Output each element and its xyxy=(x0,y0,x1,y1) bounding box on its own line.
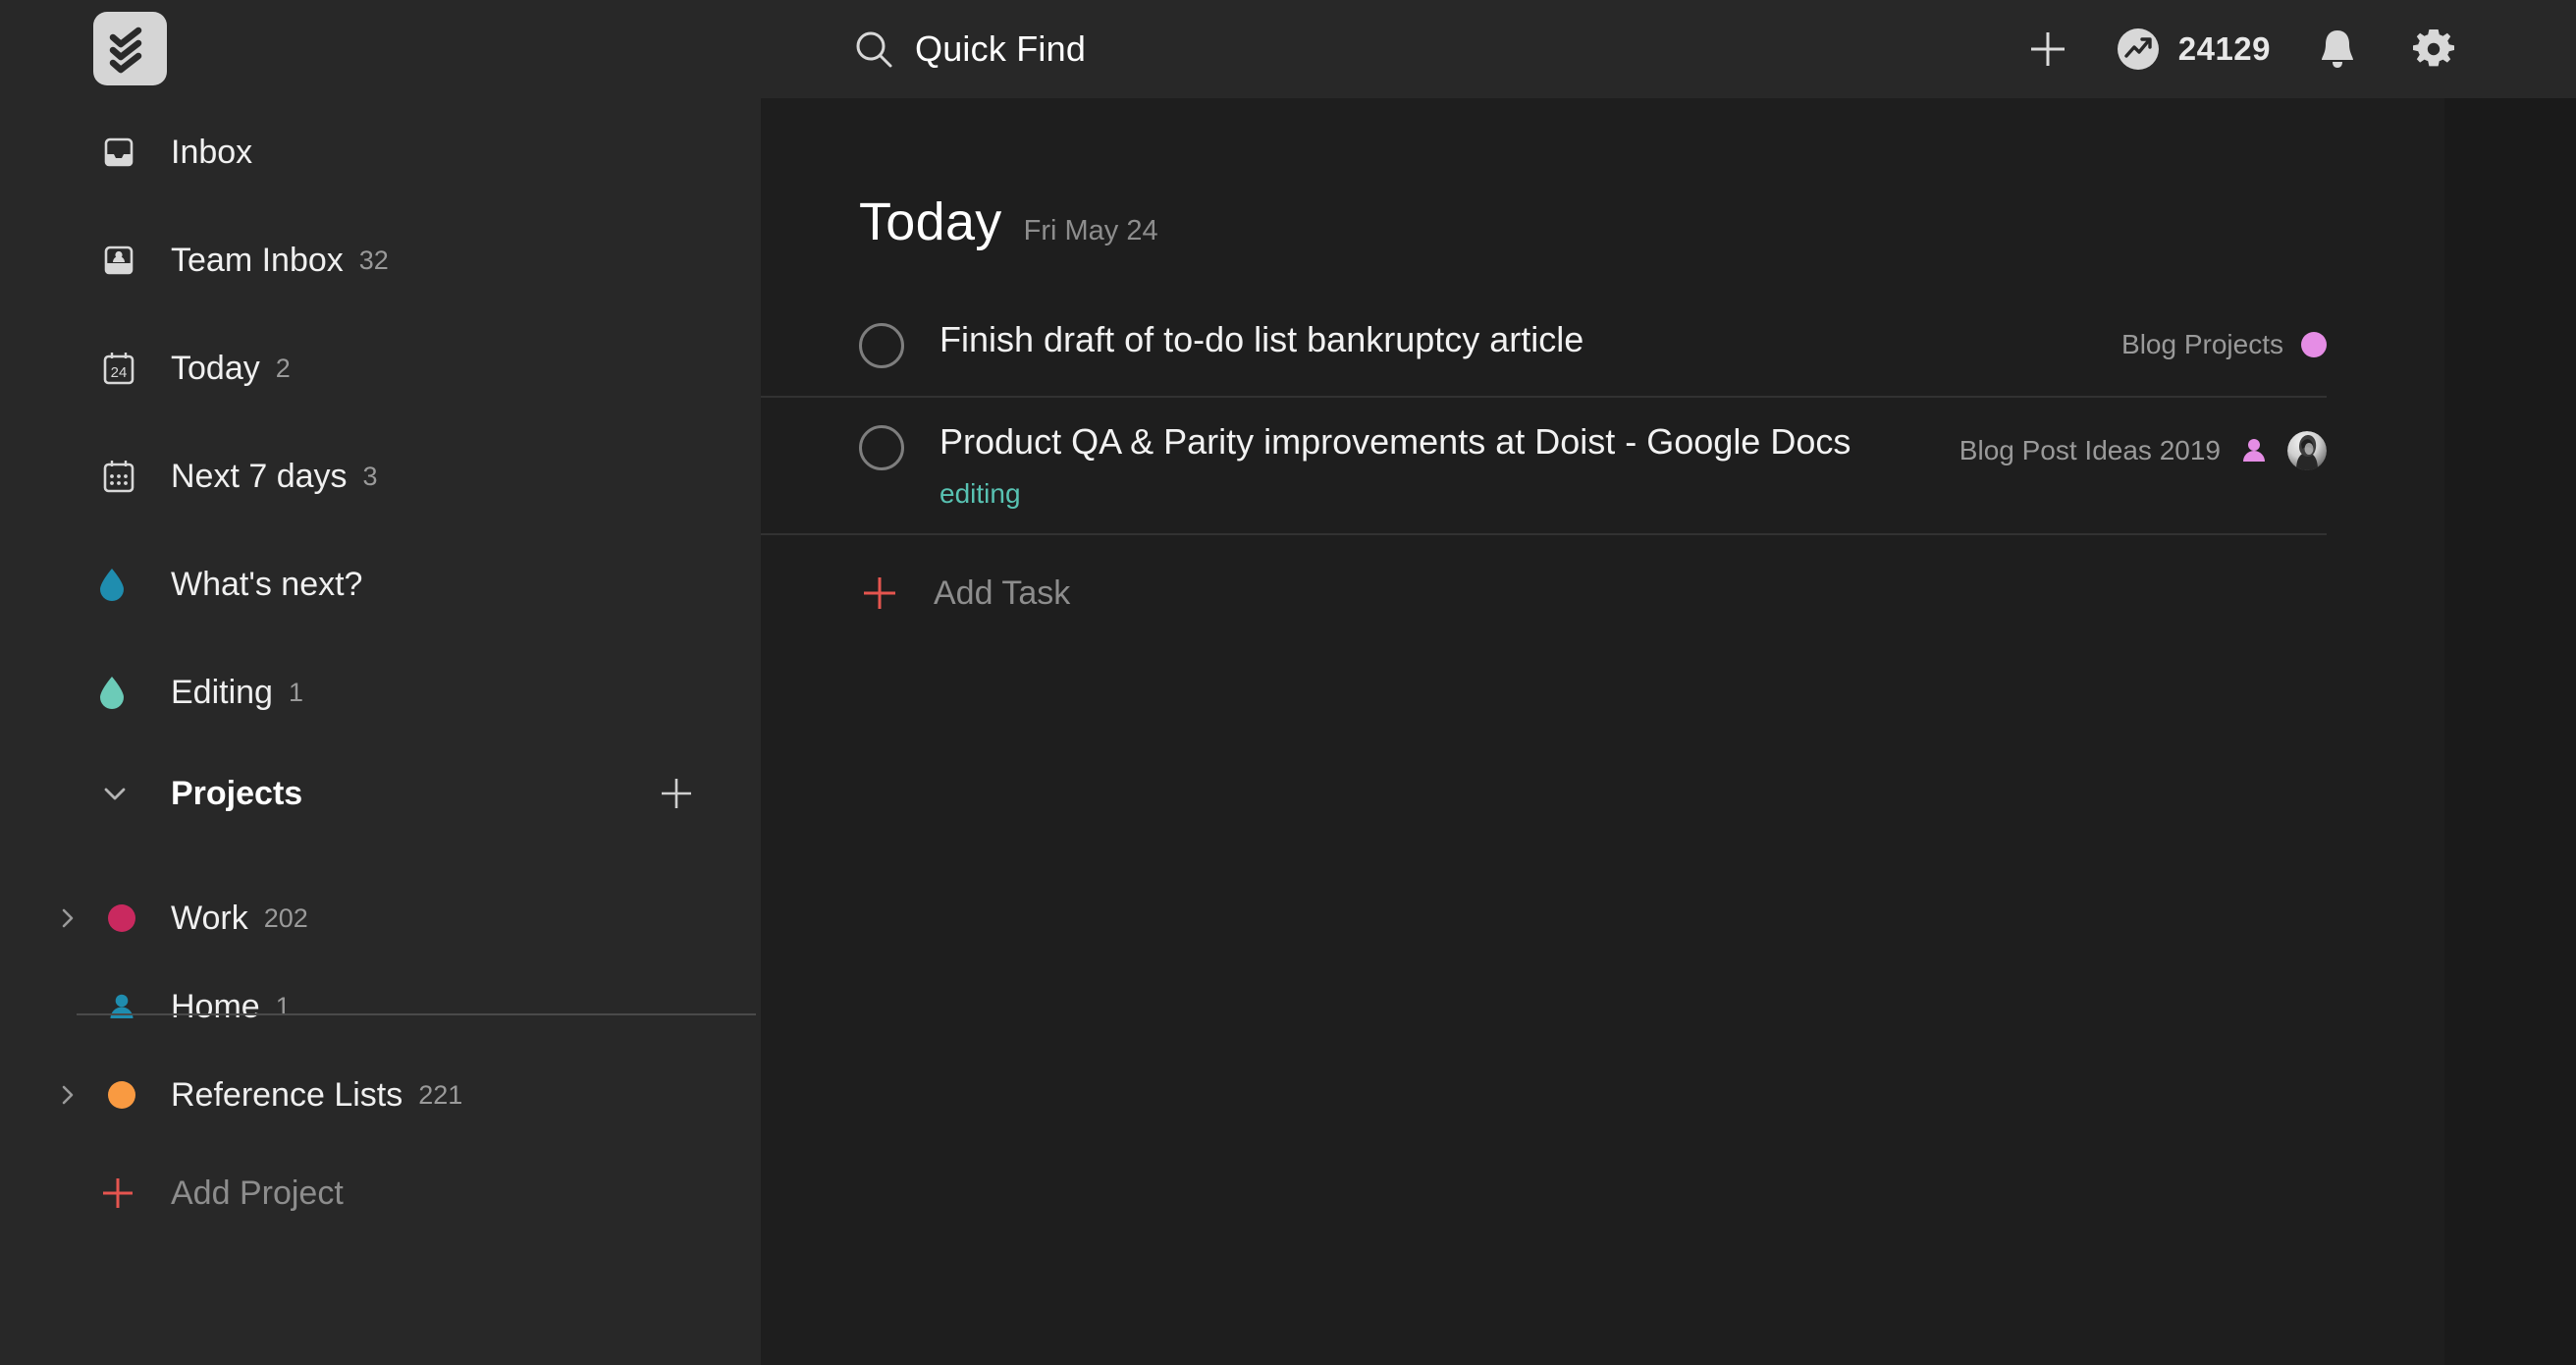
task-content: Finish draft of to-do list bankruptcy ar… xyxy=(939,317,1980,362)
task-label-editing[interactable]: editing xyxy=(939,478,1951,510)
main-content: Today Fri May 24 Finish draft of to-do l… xyxy=(761,98,2444,1365)
add-task-button[interactable] xyxy=(2000,0,2096,98)
plus-icon xyxy=(859,573,900,614)
task-checkbox-icon[interactable] xyxy=(859,323,904,368)
task-list: Finish draft of to-do list bankruptcy ar… xyxy=(761,296,2444,536)
gear-icon xyxy=(2413,29,2454,67)
sidebar-item-today[interactable]: 24 Today 2 xyxy=(0,314,761,422)
sidebar-project-reference-lists[interactable]: Reference Lists 221 xyxy=(0,1051,761,1139)
notifications-button[interactable] xyxy=(2290,0,2385,98)
header-actions: 24129 xyxy=(2000,0,2483,98)
sidebar: Inbox Team Inbox 32 24 Today 2 Next 7 da… xyxy=(0,98,761,1365)
task-title[interactable]: Finish draft of to-do list bankruptcy ar… xyxy=(939,317,1951,362)
bell-icon xyxy=(2322,30,2353,68)
project-dot-icon xyxy=(2301,332,2327,357)
quick-find-search[interactable]: Quick Find xyxy=(854,0,1086,98)
filter-droplet-icon xyxy=(98,568,143,601)
task-row[interactable]: Finish draft of to-do list bankruptcy ar… xyxy=(761,296,2327,398)
app-header: Quick Find 24129 xyxy=(0,0,2576,98)
sidebar-item-label: Next 7 days xyxy=(171,457,348,495)
app-logo[interactable] xyxy=(93,12,167,85)
search-icon xyxy=(856,31,892,68)
karma-button[interactable]: 24129 xyxy=(2096,0,2290,98)
quick-find-label: Quick Find xyxy=(915,28,1087,69)
plus-icon xyxy=(2030,32,2065,66)
shared-project-icon xyxy=(100,990,143,1023)
task-project-name[interactable]: Blog Post Ideas 2019 xyxy=(1959,435,2221,466)
sidebar-item-next-7-days[interactable]: Next 7 days 3 xyxy=(0,422,761,530)
sidebar-project-label: Reference Lists xyxy=(171,1075,403,1114)
project-dot-icon xyxy=(100,904,143,932)
task-title[interactable]: Product QA & Parity improvements at Dois… xyxy=(939,419,1951,464)
sidebar-item-inbox[interactable]: Inbox xyxy=(0,98,761,206)
todoist-logo-checks-icon xyxy=(109,27,141,73)
projects-section-header[interactable]: Projects xyxy=(0,746,761,841)
sidebar-item-count: 32 xyxy=(358,245,389,275)
calendar-24-icon: 24 xyxy=(98,348,143,389)
sidebar-filter-editing[interactable]: Editing 1 xyxy=(0,638,761,746)
karma-count: 24129 xyxy=(2177,30,2271,67)
chevron-right-icon[interactable] xyxy=(49,1080,86,1110)
sidebar-project-count: 202 xyxy=(263,902,308,933)
plus-icon xyxy=(98,1174,143,1213)
add-project-icon-button[interactable] xyxy=(657,774,696,813)
sidebar-project-home[interactable]: Home 1 xyxy=(0,962,761,1051)
task-meta: Blog Post Ideas 2019 xyxy=(1959,431,2327,470)
page-header: Today Fri May 24 xyxy=(761,98,2444,252)
sidebar-item-team-inbox[interactable]: Team Inbox 32 xyxy=(0,206,761,314)
sidebar-item-count: 2 xyxy=(275,353,291,383)
sidebar-project-count: 1 xyxy=(275,991,291,1021)
shared-project-icon xyxy=(2238,435,2270,466)
chevron-down-icon[interactable] xyxy=(98,777,143,810)
todoist-app-window: Quick Find 24129 Inbox Team Inbox 32 24 … xyxy=(0,0,2576,1365)
sidebar-filter-count: 1 xyxy=(288,677,303,707)
sidebar-filter-label: Editing xyxy=(171,673,273,711)
sidebar-filter-label: What's next? xyxy=(171,565,363,603)
task-project-name[interactable]: Blog Projects xyxy=(2121,329,2283,360)
settings-button[interactable] xyxy=(2385,0,2483,98)
sidebar-project-label: Work xyxy=(171,899,248,937)
sidebar-project-label: Home xyxy=(171,987,260,1025)
user-avatar-icon[interactable] xyxy=(2287,431,2327,470)
sidebar-item-label: Team Inbox xyxy=(171,241,344,279)
add-project-button[interactable]: Add Project xyxy=(0,1139,761,1247)
calendar-week-icon xyxy=(98,456,143,497)
todoist-logo-icon xyxy=(93,12,167,85)
add-task-label: Add Task xyxy=(934,573,1071,612)
project-dot-icon xyxy=(100,1081,143,1109)
sidebar-project-count: 221 xyxy=(418,1079,463,1110)
plus-icon xyxy=(662,779,691,808)
calendar-day-number: 24 xyxy=(111,364,128,381)
task-meta: Blog Projects xyxy=(2121,329,2327,360)
team-inbox-icon xyxy=(98,240,143,281)
projects-section-title: Projects xyxy=(171,774,303,812)
task-checkbox-icon[interactable] xyxy=(859,425,904,470)
inbox-icon xyxy=(98,132,143,173)
sidebar-item-label: Inbox xyxy=(171,133,253,171)
filter-droplet-icon xyxy=(98,676,143,709)
task-row[interactable]: Product QA & Parity improvements at Dois… xyxy=(761,398,2327,536)
sidebar-filter-whats-next[interactable]: What's next? xyxy=(0,530,761,638)
sidebar-item-count: 3 xyxy=(362,461,378,491)
karma-trend-icon xyxy=(2117,28,2159,70)
add-task-button[interactable]: Add Task xyxy=(761,535,2444,614)
page-date: Fri May 24 xyxy=(1023,215,1158,246)
sidebar-project-work[interactable]: Work 202 xyxy=(0,874,761,962)
chevron-right-icon[interactable] xyxy=(49,903,86,933)
projects-divider xyxy=(77,1013,756,1015)
sidebar-item-label: Today xyxy=(171,349,260,387)
task-content: Product QA & Parity improvements at Dois… xyxy=(939,419,1980,510)
page-title: Today xyxy=(859,192,1002,251)
add-project-label: Add Project xyxy=(171,1174,344,1212)
